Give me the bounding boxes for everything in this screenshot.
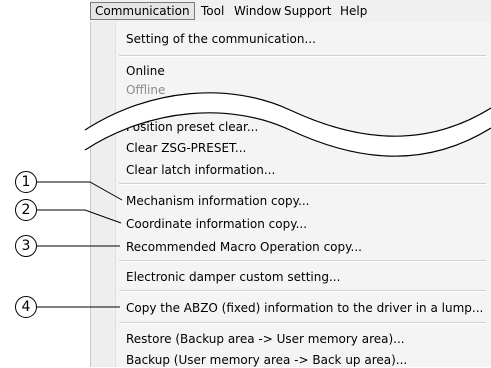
callout-lines	[37, 181, 123, 308]
callout-1: 1	[15, 171, 37, 193]
callout-3: 3	[15, 235, 37, 257]
callout-2: 2	[15, 199, 37, 221]
callout-4: 4	[15, 296, 37, 318]
